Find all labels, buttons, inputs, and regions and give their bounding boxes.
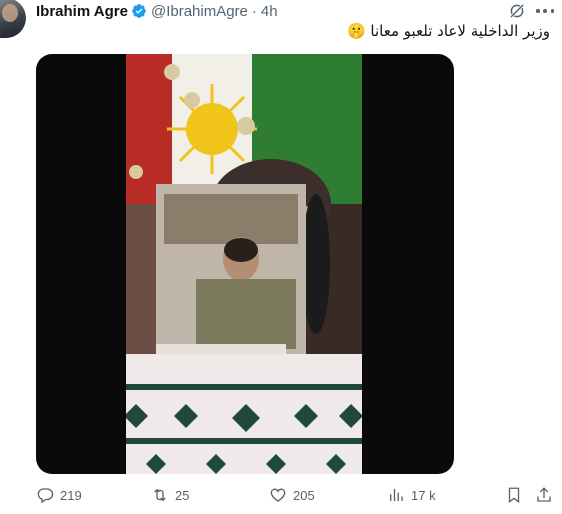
separator-dot: · [251, 2, 257, 20]
tweet-timestamp[interactable]: 4h [261, 3, 278, 20]
views-count: 17 k [411, 487, 436, 503]
author-avatar[interactable] [0, 0, 26, 38]
verified-badge-icon [132, 4, 146, 18]
video-frame [126, 54, 362, 474]
tweet-text: وزير الداخلية لاعاد تلعبو معانا 🤫 [346, 22, 550, 40]
tweet-actions-bar: 219 25 205 17 k [0, 484, 562, 508]
author-handle[interactable]: @IbrahimAgre [151, 3, 248, 20]
reply-button[interactable]: 219 [36, 484, 82, 506]
tweet-video[interactable] [36, 54, 454, 474]
reply-icon [37, 488, 54, 504]
bookmark-button[interactable] [505, 484, 529, 506]
views-button[interactable]: 17 k [387, 484, 436, 506]
share-icon [537, 487, 551, 502]
video-scene-image [126, 54, 362, 474]
reply-count: 219 [60, 487, 82, 503]
grok-icon[interactable] [508, 2, 526, 20]
views-icon [390, 489, 403, 501]
retweet-count: 25 [175, 487, 190, 503]
tweet-header: Ibrahim Agre @IbrahimAgre · 4h [36, 1, 278, 21]
retweet-button[interactable]: 25 [151, 484, 189, 506]
author-name[interactable]: Ibrahim Agre [36, 3, 128, 20]
like-count: 205 [293, 487, 315, 503]
share-button[interactable] [535, 484, 559, 506]
more-options-icon[interactable] [536, 9, 554, 13]
bookmark-icon [508, 487, 520, 504]
like-icon [270, 488, 286, 502]
like-button[interactable]: 205 [269, 484, 315, 506]
retweet-icon [154, 488, 166, 502]
